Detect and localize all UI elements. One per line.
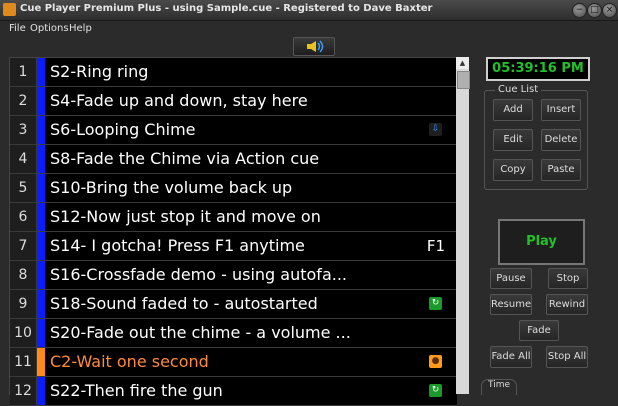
cue-row[interactable]: 12 S22-Then fire the gun ↻ <box>10 377 457 406</box>
cue-number: 12 <box>10 377 37 405</box>
cue-color-bar <box>37 261 45 289</box>
cue-name: S14- I gotcha! Press F1 anytime <box>50 236 305 255</box>
app-icon <box>3 3 16 16</box>
loop-down-arrow-icon: ⇩ <box>429 123 442 136</box>
cue-number: 6 <box>10 203 37 231</box>
cue-number: 10 <box>10 319 37 347</box>
cue-color-bar <box>37 145 45 173</box>
rewind-button[interactable]: Rewind <box>546 294 588 315</box>
cue-number: 1 <box>10 58 37 86</box>
cue-name: S2-Ring ring <box>50 62 149 81</box>
cue-color-bar <box>37 174 45 202</box>
cue-color-bar <box>37 377 45 405</box>
cue-color-bar <box>37 203 45 231</box>
autostart-green-icon: ↻ <box>429 297 442 310</box>
cue-row[interactable]: 11 C2-Wait one second ● <box>10 348 457 377</box>
cue-row[interactable]: 2 S4-Fade up and down, stay here <box>10 87 457 116</box>
cue-row[interactable]: 6 S12-Now just stop it and move on <box>10 203 457 232</box>
copy-button[interactable]: Copy <box>493 159 533 181</box>
cue-list[interactable]: 1 S2-Ring ring 2 S4-Fade up and down, stay … <box>9 57 457 406</box>
cue-row[interactable]: 5 S10-Bring the volume back up <box>10 174 457 203</box>
wait-orange-icon: ● <box>429 355 442 368</box>
cue-number: 4 <box>10 145 37 173</box>
stop-button[interactable]: Stop <box>548 268 588 289</box>
fade-button[interactable]: Fade <box>519 320 559 341</box>
maximize-button[interactable]: □ <box>587 3 602 18</box>
cue-row[interactable]: 10 S20-Fade out the chime - a volume ... <box>10 319 457 348</box>
cue-name: S8-Fade the Chime via Action cue <box>50 149 320 168</box>
cue-row[interactable]: 9 S18-Sound faded to - autostarted ↻ <box>10 290 457 319</box>
cue-row[interactable]: 8 S16-Crossfade demo - using autofa... <box>10 261 457 290</box>
cue-color-bar <box>37 319 45 347</box>
scroll-up-icon[interactable]: ▲ <box>456 57 469 69</box>
paste-button[interactable]: Paste <box>541 159 581 181</box>
cue-color-bar <box>37 232 45 260</box>
fade-all-button[interactable]: Fade All <box>490 346 532 368</box>
cue-hotkey: F1 <box>426 237 445 255</box>
menu-file[interactable]: File <box>9 23 26 34</box>
close-button[interactable]: × <box>602 3 617 18</box>
cue-color-bar <box>37 58 45 86</box>
cue-row[interactable]: 1 S2-Ring ring <box>10 58 457 87</box>
cue-number: 3 <box>10 116 37 144</box>
cue-color-bar <box>37 290 45 318</box>
cue-name: S4-Fade up and down, stay here <box>50 91 308 110</box>
cue-list-group-label: Cue List <box>495 84 542 95</box>
pause-button[interactable]: Pause <box>490 268 532 289</box>
cue-name: S16-Crossfade demo - using autofa... <box>50 265 347 284</box>
cue-color-bar <box>37 116 45 144</box>
cue-number: 9 <box>10 290 37 318</box>
minimize-button[interactable]: − <box>572 3 587 18</box>
cue-name: S6-Looping Chime <box>50 120 196 139</box>
cue-name: S10-Bring the volume back up <box>50 178 293 197</box>
menu-help[interactable]: Help <box>69 23 92 34</box>
stop-all-button[interactable]: Stop All <box>546 346 588 368</box>
edit-button[interactable]: Edit <box>493 129 533 151</box>
volume-button[interactable] <box>293 37 335 56</box>
cue-number: 2 <box>10 87 37 115</box>
cue-number: 5 <box>10 174 37 202</box>
speaker-icon <box>307 40 324 53</box>
cue-number: 8 <box>10 261 37 289</box>
scroll-thumb[interactable] <box>457 71 470 89</box>
menu-options[interactable]: Options <box>30 23 69 34</box>
cue-name: S20-Fade out the chime - a volume ... <box>50 323 351 342</box>
cue-row[interactable]: 4 S8-Fade the Chime via Action cue <box>10 145 457 174</box>
cue-name: S18-Sound faded to - autostarted <box>50 294 318 313</box>
time-group-label: Time <box>481 379 517 395</box>
cue-list-scrollbar[interactable]: ▲ <box>456 57 470 394</box>
cue-number: 7 <box>10 232 37 260</box>
cue-name: C2-Wait one second <box>50 352 209 371</box>
autostart-green-icon: ↻ <box>429 384 442 397</box>
cue-color-bar <box>37 87 45 115</box>
insert-button[interactable]: Insert <box>541 99 581 121</box>
window-title: Cue Player Premium Plus - using Sample.c… <box>20 3 433 14</box>
cue-color-bar <box>37 348 45 376</box>
play-button[interactable]: Play <box>498 219 585 265</box>
cue-row[interactable]: 7 S14- I gotcha! Press F1 anytime F1 <box>10 232 457 261</box>
cue-name: S22-Then fire the gun <box>50 381 223 400</box>
delete-button[interactable]: Delete <box>541 129 581 151</box>
resume-button[interactable]: Resume <box>490 294 532 315</box>
cue-number: 11 <box>10 348 37 376</box>
clock-display: 05:39:16 PM <box>486 57 590 81</box>
cue-row[interactable]: 3 S6-Looping Chime ⇩ <box>10 116 457 145</box>
title-bar: Cue Player Premium Plus - using Sample.c… <box>0 0 618 21</box>
menu-bar: File Options Help <box>0 21 618 37</box>
add-button[interactable]: Add <box>493 99 533 121</box>
cue-name: S12-Now just stop it and move on <box>50 207 321 226</box>
